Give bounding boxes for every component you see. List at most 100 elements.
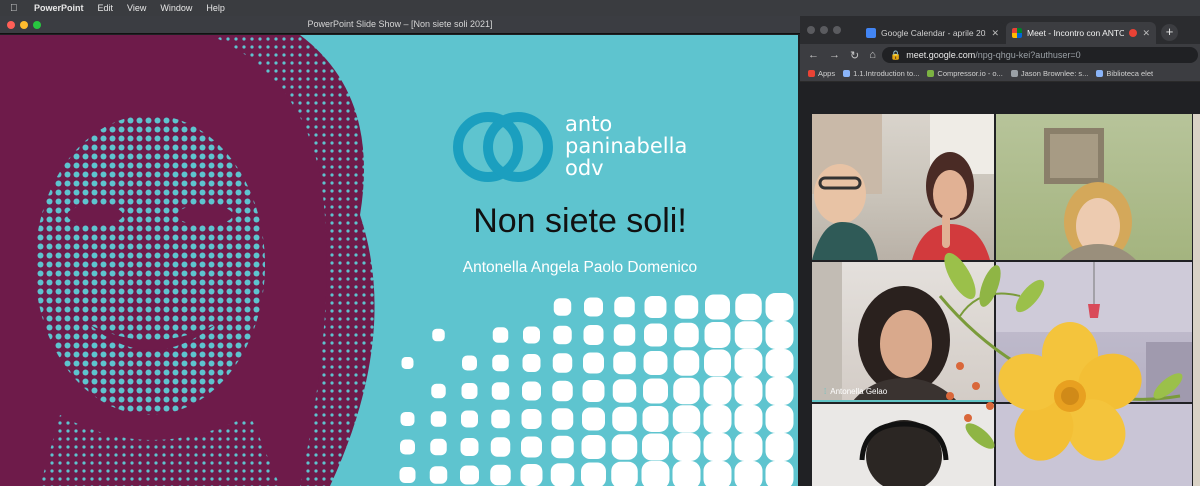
url-path: /npg-qhgu-kei?authuser=0 bbox=[975, 50, 1081, 60]
pattern-square bbox=[765, 349, 794, 377]
pattern-square bbox=[765, 377, 794, 405]
pattern-square bbox=[765, 405, 794, 433]
logo-line-2: paninabella bbox=[565, 134, 688, 158]
pattern-square bbox=[735, 293, 762, 321]
pattern-square bbox=[673, 350, 700, 376]
pattern-square bbox=[734, 433, 763, 461]
bookmark-item[interactable]: Compressor.io - o... bbox=[927, 69, 1003, 78]
menu-help[interactable]: Help bbox=[206, 3, 225, 13]
bookmarks-bar: Apps 1.1.Introduction to... Compressor.i… bbox=[800, 66, 1200, 82]
pattern-square bbox=[584, 297, 603, 317]
pattern-square bbox=[643, 378, 668, 404]
pattern-square bbox=[644, 323, 667, 347]
pattern-square bbox=[491, 382, 510, 400]
bookmark-apps[interactable]: Apps bbox=[808, 69, 835, 78]
pattern-square bbox=[612, 406, 637, 432]
pattern-square bbox=[461, 410, 478, 428]
pattern-square bbox=[552, 353, 573, 373]
minimize-window-button[interactable] bbox=[820, 26, 828, 34]
pattern-square bbox=[491, 409, 510, 429]
audio-level-icon: ⁞ bbox=[824, 387, 827, 396]
pattern-square bbox=[523, 326, 540, 344]
forward-arrow-icon[interactable]: → bbox=[829, 49, 840, 61]
pattern-square bbox=[492, 354, 509, 372]
pattern-square bbox=[582, 407, 605, 431]
pattern-square bbox=[552, 380, 573, 402]
address-bar[interactable]: 🔒 meet.google.com/npg-qhgu-kei?authuser=… bbox=[882, 47, 1198, 63]
pattern-square bbox=[460, 465, 479, 485]
bookmark-favicon-icon bbox=[927, 70, 935, 77]
menu-view[interactable]: View bbox=[127, 3, 146, 13]
zoom-window-button[interactable] bbox=[833, 26, 841, 34]
pattern-square bbox=[734, 461, 763, 486]
pattern-square bbox=[734, 349, 763, 377]
pattern-square bbox=[461, 383, 478, 399]
pattern-square bbox=[673, 377, 700, 405]
pattern-square bbox=[522, 381, 541, 401]
tab-google-meet[interactable]: Meet - Incontro con ANTO ✕ bbox=[1006, 22, 1156, 44]
pattern-square bbox=[432, 328, 445, 342]
pattern-square bbox=[734, 321, 763, 349]
pattern-square bbox=[400, 412, 415, 426]
menu-edit[interactable]: Edit bbox=[98, 3, 114, 13]
bookmark-item[interactable]: Biblioteca elet bbox=[1096, 69, 1153, 78]
pattern-square bbox=[642, 433, 669, 461]
pattern-square bbox=[765, 321, 794, 349]
pattern-square bbox=[613, 324, 636, 346]
pattern-square bbox=[583, 325, 604, 345]
pattern-square bbox=[703, 461, 732, 486]
pattern-square bbox=[611, 461, 638, 486]
menu-app-name[interactable]: PowerPoint bbox=[34, 3, 84, 13]
recording-indicator-icon bbox=[1129, 29, 1138, 37]
close-window-button[interactable] bbox=[807, 26, 815, 34]
pattern-square bbox=[613, 351, 636, 375]
pattern-square bbox=[642, 406, 669, 432]
pattern-square bbox=[703, 405, 732, 433]
ppt-titlebar[interactable]: PowerPoint Slide Show – [Non siete soli … bbox=[0, 16, 800, 34]
pattern-square bbox=[430, 438, 447, 456]
pattern-square bbox=[401, 357, 414, 369]
meet-favicon-icon bbox=[1012, 28, 1022, 38]
apple-icon[interactable]:  bbox=[10, 3, 20, 14]
new-tab-button[interactable]: + bbox=[1161, 24, 1178, 41]
tab-google-calendar[interactable]: Google Calendar - aprile 2021 ✕ bbox=[860, 22, 1005, 44]
bookmark-favicon-icon bbox=[1096, 70, 1104, 77]
pattern-square bbox=[429, 466, 448, 484]
pattern-square bbox=[704, 322, 731, 348]
pattern-square bbox=[430, 411, 447, 427]
close-tab-icon[interactable]: ✕ bbox=[991, 28, 999, 39]
pattern-square bbox=[765, 433, 794, 461]
pattern-square bbox=[550, 463, 575, 486]
pattern-square bbox=[672, 461, 701, 486]
tab-label: Google Calendar - aprile 2021 bbox=[881, 28, 987, 38]
lock-icon: 🔒 bbox=[890, 49, 902, 60]
home-icon[interactable]: ⌂ bbox=[869, 49, 876, 61]
back-arrow-icon[interactable]: ← bbox=[808, 49, 819, 61]
bookmark-item[interactable]: Jason Brownlee: s... bbox=[1010, 69, 1089, 78]
logo-line-3: odv bbox=[565, 156, 604, 180]
two-rings-logo-icon bbox=[453, 112, 553, 182]
participant-name: Antonella Gelao bbox=[830, 387, 888, 396]
menu-window[interactable]: Window bbox=[160, 3, 192, 13]
pattern-square bbox=[704, 349, 731, 377]
pattern-square bbox=[734, 405, 763, 433]
pattern-square bbox=[672, 405, 701, 433]
slide-subtitle: Antonella Angela Paolo Domenico bbox=[462, 259, 698, 276]
bookmark-label: Compressor.io - o... bbox=[937, 69, 1003, 78]
slide[interactable]: anto paninabella odv Non siete soli! Ant… bbox=[0, 35, 798, 486]
close-tab-icon[interactable]: ✕ bbox=[1142, 28, 1150, 39]
pattern-square bbox=[400, 439, 415, 455]
bookmark-label: Jason Brownlee: s... bbox=[1020, 69, 1089, 78]
chrome-window: Google Calendar - aprile 2021 ✕ Meet - I… bbox=[800, 16, 1200, 486]
pattern-square bbox=[492, 327, 509, 343]
apps-grid-icon bbox=[808, 70, 815, 77]
pattern-square bbox=[490, 437, 511, 457]
reload-icon[interactable]: ↻ bbox=[850, 49, 859, 62]
pattern-square bbox=[553, 325, 572, 345]
pattern-square bbox=[614, 296, 635, 318]
bookmark-item[interactable]: 1.1.Introduction to... bbox=[843, 69, 919, 78]
pattern-square bbox=[522, 354, 541, 372]
pattern-square bbox=[703, 433, 732, 461]
bookmark-label: Biblioteca elet bbox=[1106, 69, 1154, 78]
meet-video-grid: ⁞ Antonella Gelao bbox=[800, 86, 1200, 486]
